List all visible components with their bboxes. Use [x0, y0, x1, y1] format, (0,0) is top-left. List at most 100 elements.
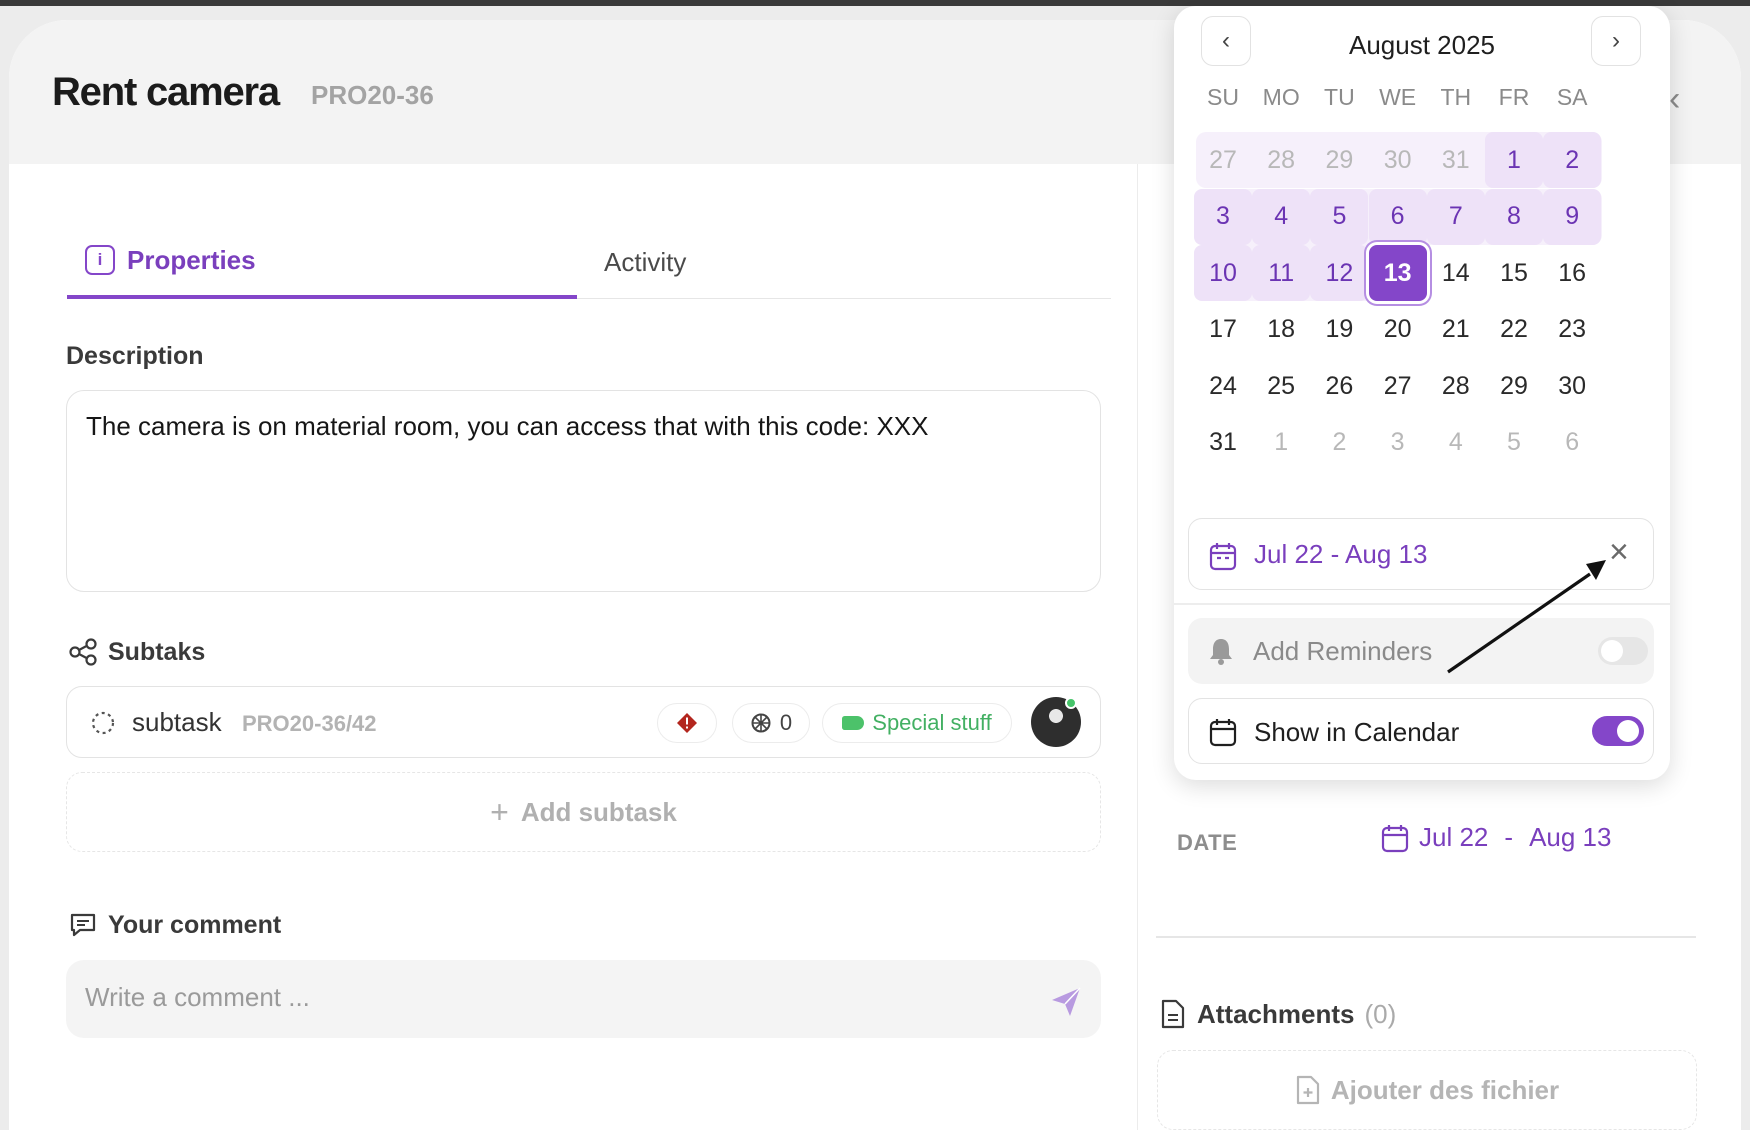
- day-cell[interactable]: 6: [1543, 415, 1601, 471]
- day-cell-selected[interactable]: 13: [1368, 245, 1427, 301]
- day-cell[interactable]: 18: [1252, 302, 1310, 358]
- priority-chip[interactable]: [657, 703, 717, 743]
- day-cell[interactable]: 12: [1310, 245, 1369, 301]
- description-label: Description: [66, 342, 204, 370]
- comment-label: Your comment: [108, 910, 282, 939]
- add-file-button[interactable]: Ajouter des fichier: [1157, 1050, 1697, 1130]
- description-field[interactable]: The camera is on material room, you can …: [66, 390, 1101, 592]
- day-cell[interactable]: 19: [1310, 302, 1368, 358]
- show-in-calendar-row[interactable]: Show in Calendar: [1188, 698, 1654, 764]
- task-title[interactable]: Rent camera: [52, 70, 280, 115]
- day-cell[interactable]: 8: [1485, 188, 1543, 245]
- subtask-row[interactable]: subtask PRO20-36/42 0 Special stuff: [66, 686, 1101, 758]
- tab-activity-label: Activity: [604, 246, 687, 277]
- day-cell[interactable]: 4: [1252, 188, 1311, 245]
- plus-icon: +: [490, 793, 509, 830]
- annotation-arrow-icon: [1447, 560, 1606, 674]
- day-cell[interactable]: 27: [1369, 358, 1427, 414]
- day-cell[interactable]: 20: [1369, 302, 1427, 358]
- day-cell[interactable]: 28: [1427, 358, 1485, 414]
- clear-date-icon[interactable]: ×: [1609, 533, 1629, 572]
- points-value: 0: [779, 710, 793, 735]
- tab-properties[interactable]: i Properties: [67, 225, 577, 299]
- day-cell[interactable]: 6: [1368, 188, 1427, 245]
- attachments-label: Attachments: [1197, 998, 1355, 1029]
- weekday-su: SU: [1207, 84, 1239, 110]
- day-cell[interactable]: 15: [1485, 245, 1543, 301]
- calendar-icon: [1381, 824, 1409, 852]
- date-end: Aug 13: [1529, 822, 1612, 852]
- add-file-label: Ajouter des fichier: [1330, 1074, 1560, 1105]
- calendar-icon: [1209, 543, 1237, 571]
- day-cell[interactable]: 5: [1310, 188, 1369, 245]
- day-cell[interactable]: 31: [1194, 415, 1252, 471]
- day-cell[interactable]: 2: [1543, 132, 1602, 188]
- day-cell[interactable]: 2: [1310, 415, 1368, 471]
- add-subtask-button[interactable]: + Add subtask: [66, 772, 1101, 852]
- tab-bar: i Properties Activity: [67, 225, 1111, 299]
- comment-input[interactable]: Write a comment ...: [66, 960, 1101, 1038]
- date-start: Jul 22: [1419, 822, 1489, 852]
- subtasks-label: Subtaks: [108, 637, 206, 666]
- tag-icon: [842, 716, 865, 730]
- day-cell[interactable]: 30: [1543, 358, 1601, 414]
- weekday-th: TH: [1440, 84, 1472, 110]
- calendar-icon: [1209, 719, 1237, 747]
- send-icon[interactable]: [1049, 985, 1083, 1019]
- day-cell[interactable]: 29: [1485, 358, 1543, 414]
- day-cell[interactable]: 21: [1427, 302, 1485, 358]
- bell-icon: [1210, 639, 1232, 665]
- next-month-button[interactable]: ›: [1591, 16, 1641, 66]
- urgent-priority-icon: [677, 713, 697, 733]
- date-value[interactable]: Jul 22 - Aug 13: [1381, 822, 1611, 853]
- status-spinner-icon[interactable]: [89, 709, 117, 737]
- day-cell[interactable]: 3: [1194, 188, 1252, 245]
- day-cell[interactable]: 5: [1485, 415, 1543, 471]
- task-code: PRO20-36: [311, 80, 434, 110]
- day-cell[interactable]: 10: [1194, 245, 1252, 301]
- date-separator: -: [1504, 822, 1514, 852]
- right-divider: [1156, 936, 1696, 938]
- day-cell[interactable]: 1: [1252, 415, 1310, 471]
- day-cell[interactable]: 17: [1194, 302, 1252, 358]
- day-cell[interactable]: 29: [1310, 132, 1368, 188]
- add-reminders-label: Add Reminders: [1253, 636, 1433, 666]
- day-cell[interactable]: 4: [1427, 415, 1485, 471]
- points-icon: [751, 713, 771, 733]
- day-cell[interactable]: 9: [1543, 188, 1602, 245]
- document-icon: [1161, 999, 1185, 1029]
- weekday-tu: TU: [1324, 84, 1355, 110]
- date-range-text: Jul 22 - Aug 13: [1254, 539, 1428, 569]
- day-cell[interactable]: 1: [1485, 132, 1543, 188]
- day-cell[interactable]: 3: [1369, 415, 1427, 471]
- points-chip[interactable]: 0: [732, 703, 810, 743]
- date-label: DATE: [1177, 830, 1238, 855]
- day-cell[interactable]: 28: [1252, 132, 1310, 188]
- weekday-fr: FR: [1498, 84, 1530, 110]
- day-cell[interactable]: 22: [1485, 302, 1543, 358]
- day-cell[interactable]: 24: [1194, 358, 1252, 414]
- day-cell[interactable]: 26: [1310, 358, 1368, 414]
- day-cell[interactable]: 16: [1543, 245, 1601, 301]
- tab-properties-label: Properties: [127, 244, 256, 275]
- comment-heading: Your comment: [68, 910, 281, 940]
- day-cell[interactable]: 14: [1427, 245, 1485, 301]
- subtask-name[interactable]: subtask: [132, 707, 222, 738]
- online-status-dot: [1065, 697, 1077, 709]
- day-cell[interactable]: 31: [1427, 132, 1485, 188]
- tag-chip[interactable]: Special stuff: [822, 703, 1012, 743]
- day-cell[interactable]: 7: [1426, 188, 1485, 245]
- show-in-calendar-toggle[interactable]: [1592, 716, 1644, 746]
- weekday-sa: SA: [1556, 84, 1588, 110]
- tab-activity[interactable]: Activity: [604, 225, 686, 299]
- close-icon[interactable]: ‹: [1669, 80, 1680, 119]
- attachments-heading: Attachments (0): [1159, 998, 1396, 1030]
- weekday-we: WE: [1379, 84, 1417, 110]
- day-cell[interactable]: 11: [1252, 245, 1311, 301]
- day-cell[interactable]: 25: [1252, 358, 1310, 414]
- day-cell[interactable]: 27: [1194, 132, 1252, 188]
- add-subtask-label: Add subtask: [520, 796, 677, 827]
- file-add-icon: [1296, 1075, 1319, 1105]
- day-cell[interactable]: 23: [1543, 302, 1601, 358]
- day-cell[interactable]: 30: [1369, 132, 1427, 188]
